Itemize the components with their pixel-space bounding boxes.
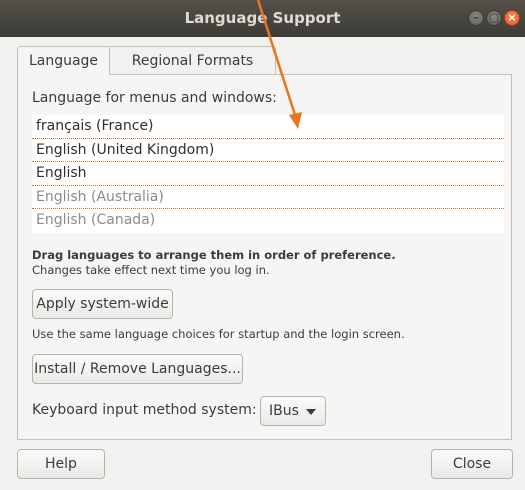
input-method-label: Keyboard input method system: [32,402,257,418]
close-button[interactable]: Close [431,449,513,479]
window-title: Language Support [184,9,341,27]
help-button[interactable]: Help [17,449,105,479]
language-list-label: Language for menus and windows: [32,90,277,106]
input-method-select[interactable]: IBus [260,396,326,426]
title-bar[interactable]: Language Support – □ × [0,0,525,37]
minimize-icon: – [473,11,479,24]
maximize-icon: □ [488,11,500,24]
input-method-value: IBus [269,403,299,419]
tab-regional-formats[interactable]: Regional Formats [110,46,276,75]
minimize-button[interactable]: – [468,10,484,26]
language-tab-panel: Language for menus and windows: français… [17,74,512,440]
close-window-button[interactable]: × [504,10,520,26]
language-list[interactable]: français (France) English (United Kingdo… [32,115,504,233]
apply-system-wide-button[interactable]: Apply system-wide [32,289,173,319]
apply-hint: Use the same language choices for startu… [32,327,405,341]
install-remove-languages-button[interactable]: Install / Remove Languages... [32,354,243,384]
list-item[interactable]: English (Canada) [32,209,504,233]
list-item[interactable]: English (Australia) [32,186,504,209]
maximize-button[interactable]: □ [486,10,502,26]
list-item[interactable]: English (United Kingdom) [32,139,504,162]
language-support-window: Language Support – □ × Language Regional… [0,0,525,490]
logout-hint: Changes take effect next time you log in… [32,263,270,277]
tab-language[interactable]: Language [17,46,110,75]
list-item[interactable]: français (France) [32,115,504,139]
drag-hint: Drag languages to arrange them in order … [32,248,396,262]
chevron-down-icon [306,409,316,415]
list-item[interactable]: English [32,162,504,186]
close-icon: × [507,11,517,24]
